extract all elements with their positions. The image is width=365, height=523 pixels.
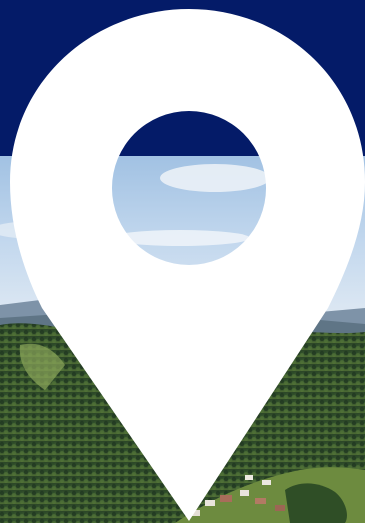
map-pin-icon	[10, 9, 365, 521]
location-splash-screen	[0, 0, 365, 523]
